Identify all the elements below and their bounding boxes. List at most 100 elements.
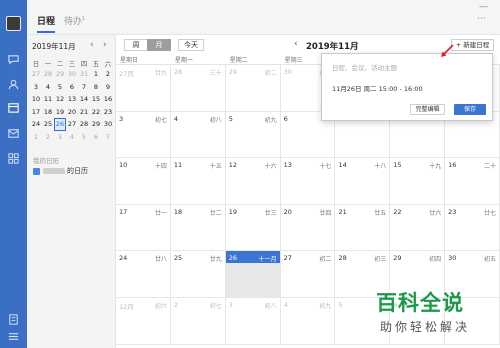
mail-icon[interactable] [7, 127, 20, 140]
calendar-icon[interactable] [7, 101, 20, 114]
mini-day[interactable]: 30 [102, 118, 114, 131]
day-cell[interactable]: 2 初七 [171, 297, 226, 344]
mini-day[interactable]: 18 [42, 106, 54, 119]
mini-day[interactable]: 10 [30, 93, 42, 106]
day-cell[interactable]: 14 十八 [335, 158, 391, 204]
notes-icon[interactable] [7, 313, 20, 326]
mini-day[interactable]: 27 [66, 118, 78, 131]
day-cell[interactable]: 24 廿八 [116, 251, 171, 297]
day-cell[interactable]: 11 十五 [171, 158, 226, 204]
mini-day[interactable]: 29 [90, 118, 102, 131]
day-cell[interactable]: 3 初八 [226, 297, 281, 344]
mini-day[interactable]: 8 [90, 81, 102, 94]
day-cell[interactable]: 28 三十 [171, 65, 226, 111]
mini-day[interactable]: 17 [30, 106, 42, 119]
mini-day[interactable]: 6 [66, 81, 78, 94]
left-rail [0, 0, 27, 348]
lunar-date: 廿七 [484, 209, 497, 217]
full-edit-button[interactable]: 完整编辑 [410, 104, 445, 115]
day-cell[interactable]: 18 廿二 [171, 204, 226, 251]
next-month-button[interactable]: › [355, 39, 359, 49]
day-cell[interactable]: 29 初二 [226, 65, 281, 111]
new-event-button[interactable]: + 新建日程 [451, 39, 494, 51]
mini-day[interactable]: 30 [66, 68, 78, 81]
avatar[interactable] [6, 16, 21, 31]
mini-day[interactable]: 24 [30, 118, 42, 131]
day-cell[interactable]: 21 廿五 [335, 204, 391, 251]
day-cell[interactable]: 4 初九 [281, 297, 336, 344]
mini-day[interactable]: 4 [42, 81, 54, 94]
event-time-text[interactable]: 11月26日 周二 15:00 - 16:00 [332, 83, 423, 93]
mini-day[interactable]: 22 [90, 106, 102, 119]
day-cell[interactable]: 19 廿三 [226, 204, 281, 251]
mini-day[interactable]: 5 [54, 81, 66, 94]
mini-day[interactable]: 13 [66, 93, 78, 106]
day-cell[interactable]: 5 初九 [226, 111, 281, 158]
mini-day[interactable]: 3 [54, 131, 66, 144]
day-cell[interactable]: 20 廿四 [281, 204, 336, 251]
day-cell[interactable]: 3 初七 [116, 111, 171, 158]
mini-day[interactable]: 27 [30, 68, 42, 81]
today-button[interactable]: 今天 [178, 39, 204, 51]
mini-day[interactable]: 28 [42, 68, 54, 81]
tab-todo[interactable]: 待办1 [64, 14, 85, 27]
day-cell[interactable]: 13 十七 [281, 158, 336, 204]
mini-day[interactable]: 2 [102, 68, 114, 81]
lunar-date: 廿三 [264, 209, 277, 217]
more-button[interactable]: ··· [477, 14, 486, 24]
mini-day[interactable]: 11 [42, 93, 54, 106]
contacts-icon[interactable] [7, 78, 20, 91]
mini-day[interactable]: 21 [78, 106, 90, 119]
mini-prev-button[interactable]: ‹ [90, 40, 94, 50]
day-cell[interactable]: 22 廿六 [390, 204, 446, 251]
mini-day[interactable]: 26 [54, 118, 66, 131]
mini-day[interactable]: 25 [42, 118, 54, 131]
minimize-button[interactable]: — [479, 2, 488, 12]
mini-day[interactable]: 16 [102, 93, 114, 106]
event-title-input[interactable] [332, 64, 482, 72]
mini-day[interactable]: 7 [78, 81, 90, 94]
day-cell[interactable]: 26 十一月 [225, 251, 281, 297]
day-cell[interactable]: 27月 廿九 [116, 65, 171, 111]
day-cell[interactable]: 17 廿一 [116, 204, 171, 251]
month-view-button[interactable]: 月 [147, 39, 171, 51]
mini-day[interactable]: 6 [90, 131, 102, 144]
day-cell[interactable]: 10 十四 [116, 158, 171, 204]
mini-day[interactable]: 1 [90, 68, 102, 81]
mini-day[interactable]: 1 [30, 131, 42, 144]
mini-day[interactable]: 9 [102, 81, 114, 94]
chat-icon[interactable] [7, 53, 20, 66]
day-number: 29 [393, 254, 402, 263]
day-cell[interactable]: 12 十六 [226, 158, 281, 204]
mini-day[interactable]: 4 [66, 131, 78, 144]
day-cell[interactable]: 25 廿九 [171, 251, 226, 297]
mini-day[interactable]: 12 [54, 93, 66, 106]
prev-month-button[interactable]: ‹ [294, 39, 298, 49]
mini-day[interactable]: 28 [78, 118, 90, 131]
mini-day[interactable]: 3 [30, 81, 42, 94]
day-cell[interactable]: 12月 初六 [116, 297, 171, 344]
mini-next-button[interactable]: › [103, 40, 107, 50]
mini-day[interactable]: 19 [54, 106, 66, 119]
calendar-checkbox[interactable] [33, 167, 40, 175]
apps-grid-icon[interactable] [7, 152, 20, 165]
day-cell[interactable]: 15 十九 [390, 158, 446, 204]
day-cell[interactable]: 27 初二 [281, 251, 336, 297]
day-cell[interactable]: 4 初八 [171, 111, 226, 158]
mini-day[interactable]: 29 [54, 68, 66, 81]
day-cell[interactable]: 16 二十 [445, 158, 500, 204]
mini-day[interactable]: 23 [102, 106, 114, 119]
mini-day[interactable]: 31 [78, 68, 90, 81]
menu-icon[interactable] [7, 330, 20, 343]
calendar-item[interactable]: 的日历 [33, 166, 88, 176]
save-button[interactable]: 保存 [454, 104, 486, 115]
week-view-button[interactable]: 周 [124, 39, 148, 51]
mini-day[interactable]: 20 [66, 106, 78, 119]
day-cell[interactable]: 23 廿七 [445, 204, 500, 251]
tab-schedule[interactable]: 日程 [37, 14, 56, 33]
mini-day[interactable]: 2 [42, 131, 54, 144]
mini-day[interactable]: 15 [90, 93, 102, 106]
mini-day[interactable]: 14 [78, 93, 90, 106]
mini-day[interactable]: 5 [78, 131, 90, 144]
mini-day[interactable]: 7 [102, 131, 114, 144]
